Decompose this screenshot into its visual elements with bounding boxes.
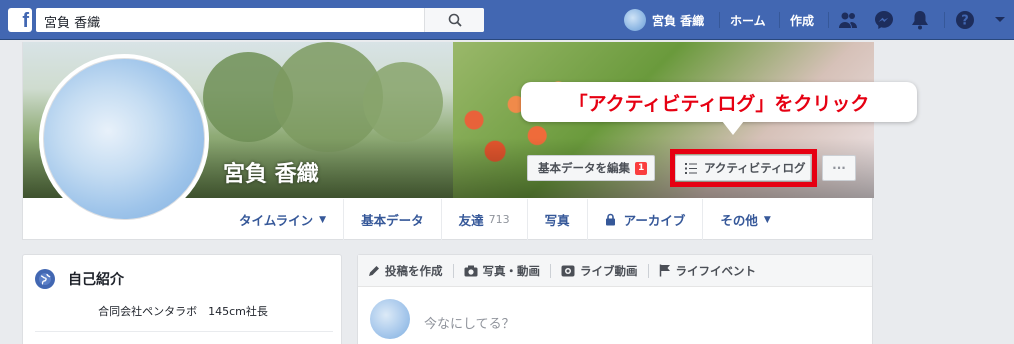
cover-tree-shape [363,62,443,142]
friends-count: 713 [488,213,510,226]
profile-picture[interactable] [39,54,209,224]
nav-divider [944,12,945,28]
tab-label: アーカイブ [623,213,686,228]
divider [452,263,454,278]
profile-tabs: タイムライン ▼ 基本データ 友達 713 写真 アーカイブ その他 ▼ [222,199,788,240]
live-video-icon [561,265,575,276]
nav-create-link[interactable]: 作成 [790,0,814,40]
divider [550,263,551,278]
tab-label: 基本データ [361,213,424,228]
tab-timeline[interactable]: タイムライン ▼ [222,199,345,240]
nav-divider [719,12,720,28]
create-post-label: 投稿を作成 [385,263,443,278]
tab-label: タイムライン [239,213,314,228]
activity-log-highlight-box [670,149,817,187]
svg-text:?: ? [961,14,969,29]
search-icon [448,13,462,27]
notifications-bell-icon[interactable] [910,10,930,30]
search-input-value[interactable]: 宮負 香織 [44,12,100,31]
nav-profile-avatar[interactable] [624,9,646,31]
photo-video-button[interactable]: 写真・動画 [464,263,541,279]
profile-picture-image [43,58,205,220]
account-menu-caret-icon[interactable] [990,10,1010,30]
edit-profile-badge: 1 [635,161,648,175]
tab-archive[interactable]: アーカイブ [588,199,704,240]
instruction-callout-pointer [722,121,744,135]
life-event-label: ライフイベント [675,263,757,278]
edit-profile-button-label: 基本データを編集 [538,161,630,175]
instruction-callout: 「アクティビティログ」をクリック [521,82,917,122]
life-event-button[interactable]: ライフイベント [659,263,757,279]
search-button[interactable] [424,8,484,32]
globe-icon [35,269,55,289]
tab-photos[interactable]: 写真 [528,199,588,240]
edit-profile-button[interactable]: 基本データを編集 1 [527,155,655,181]
flag-icon [659,264,670,277]
intro-card: 自己紹介 合同会社ペンタラボ 145cm社長 [22,254,342,344]
tab-friends[interactable]: 友達 713 [442,199,528,240]
post-composer: 投稿を作成 写真・動画 ライブ動画 ライフイベント 今なにしてる？ [357,254,873,344]
divider [647,263,649,278]
search-input[interactable]: 宮負 香織 [36,8,484,32]
top-navigation-bar: f 宮負 香織 宮負 香織 ホーム 作成 ? [0,0,1014,40]
tab-about[interactable]: 基本データ [344,199,442,240]
composer-input[interactable]: 今なにしてる？ [424,313,515,332]
nav-home-link[interactable]: ホーム [730,0,766,40]
chevron-down-icon: ▼ [763,214,771,225]
live-video-button[interactable]: ライブ動画 [561,263,638,279]
intro-bio: 合同会社ペンタラボ 145cm社長 [98,305,268,318]
avatar [370,299,410,339]
camera-icon [464,265,477,276]
divider [35,331,333,332]
pencil-icon [369,265,379,276]
create-post-button[interactable]: 投稿を作成 [368,263,443,279]
profile-name[interactable]: 宮負 香織 [223,156,319,188]
tab-label: 写真 [544,213,570,228]
nav-divider [828,12,829,28]
lock-icon [605,213,615,226]
nav-profile-name[interactable]: 宮負 香織 [652,0,704,40]
help-icon[interactable]: ? [955,10,975,30]
instruction-callout-text: 「アクティビティログ」をクリック [568,92,870,115]
profile-header-card: 宮負 香織 基本データを編集 1 アクティビティログ ··· タイムライン ▼ … [22,42,874,240]
messenger-icon[interactable] [874,10,894,30]
photo-video-label: 写真・動画 [482,263,541,278]
chevron-down-icon: ▼ [319,214,327,225]
live-video-label: ライブ動画 [580,263,638,278]
composer-toolbar: 投稿を作成 写真・動画 ライブ動画 ライフイベント [358,255,872,287]
friend-requests-icon[interactable] [838,10,858,30]
nav-divider [779,12,780,28]
intro-title: 自己紹介 [68,272,124,288]
tab-label: その他 [720,213,758,228]
facebook-logo-icon[interactable]: f [8,8,32,32]
more-options-button[interactable]: ··· [822,155,856,181]
tab-more[interactable]: その他 ▼ [703,199,787,240]
tab-label: 友達 [458,213,484,228]
